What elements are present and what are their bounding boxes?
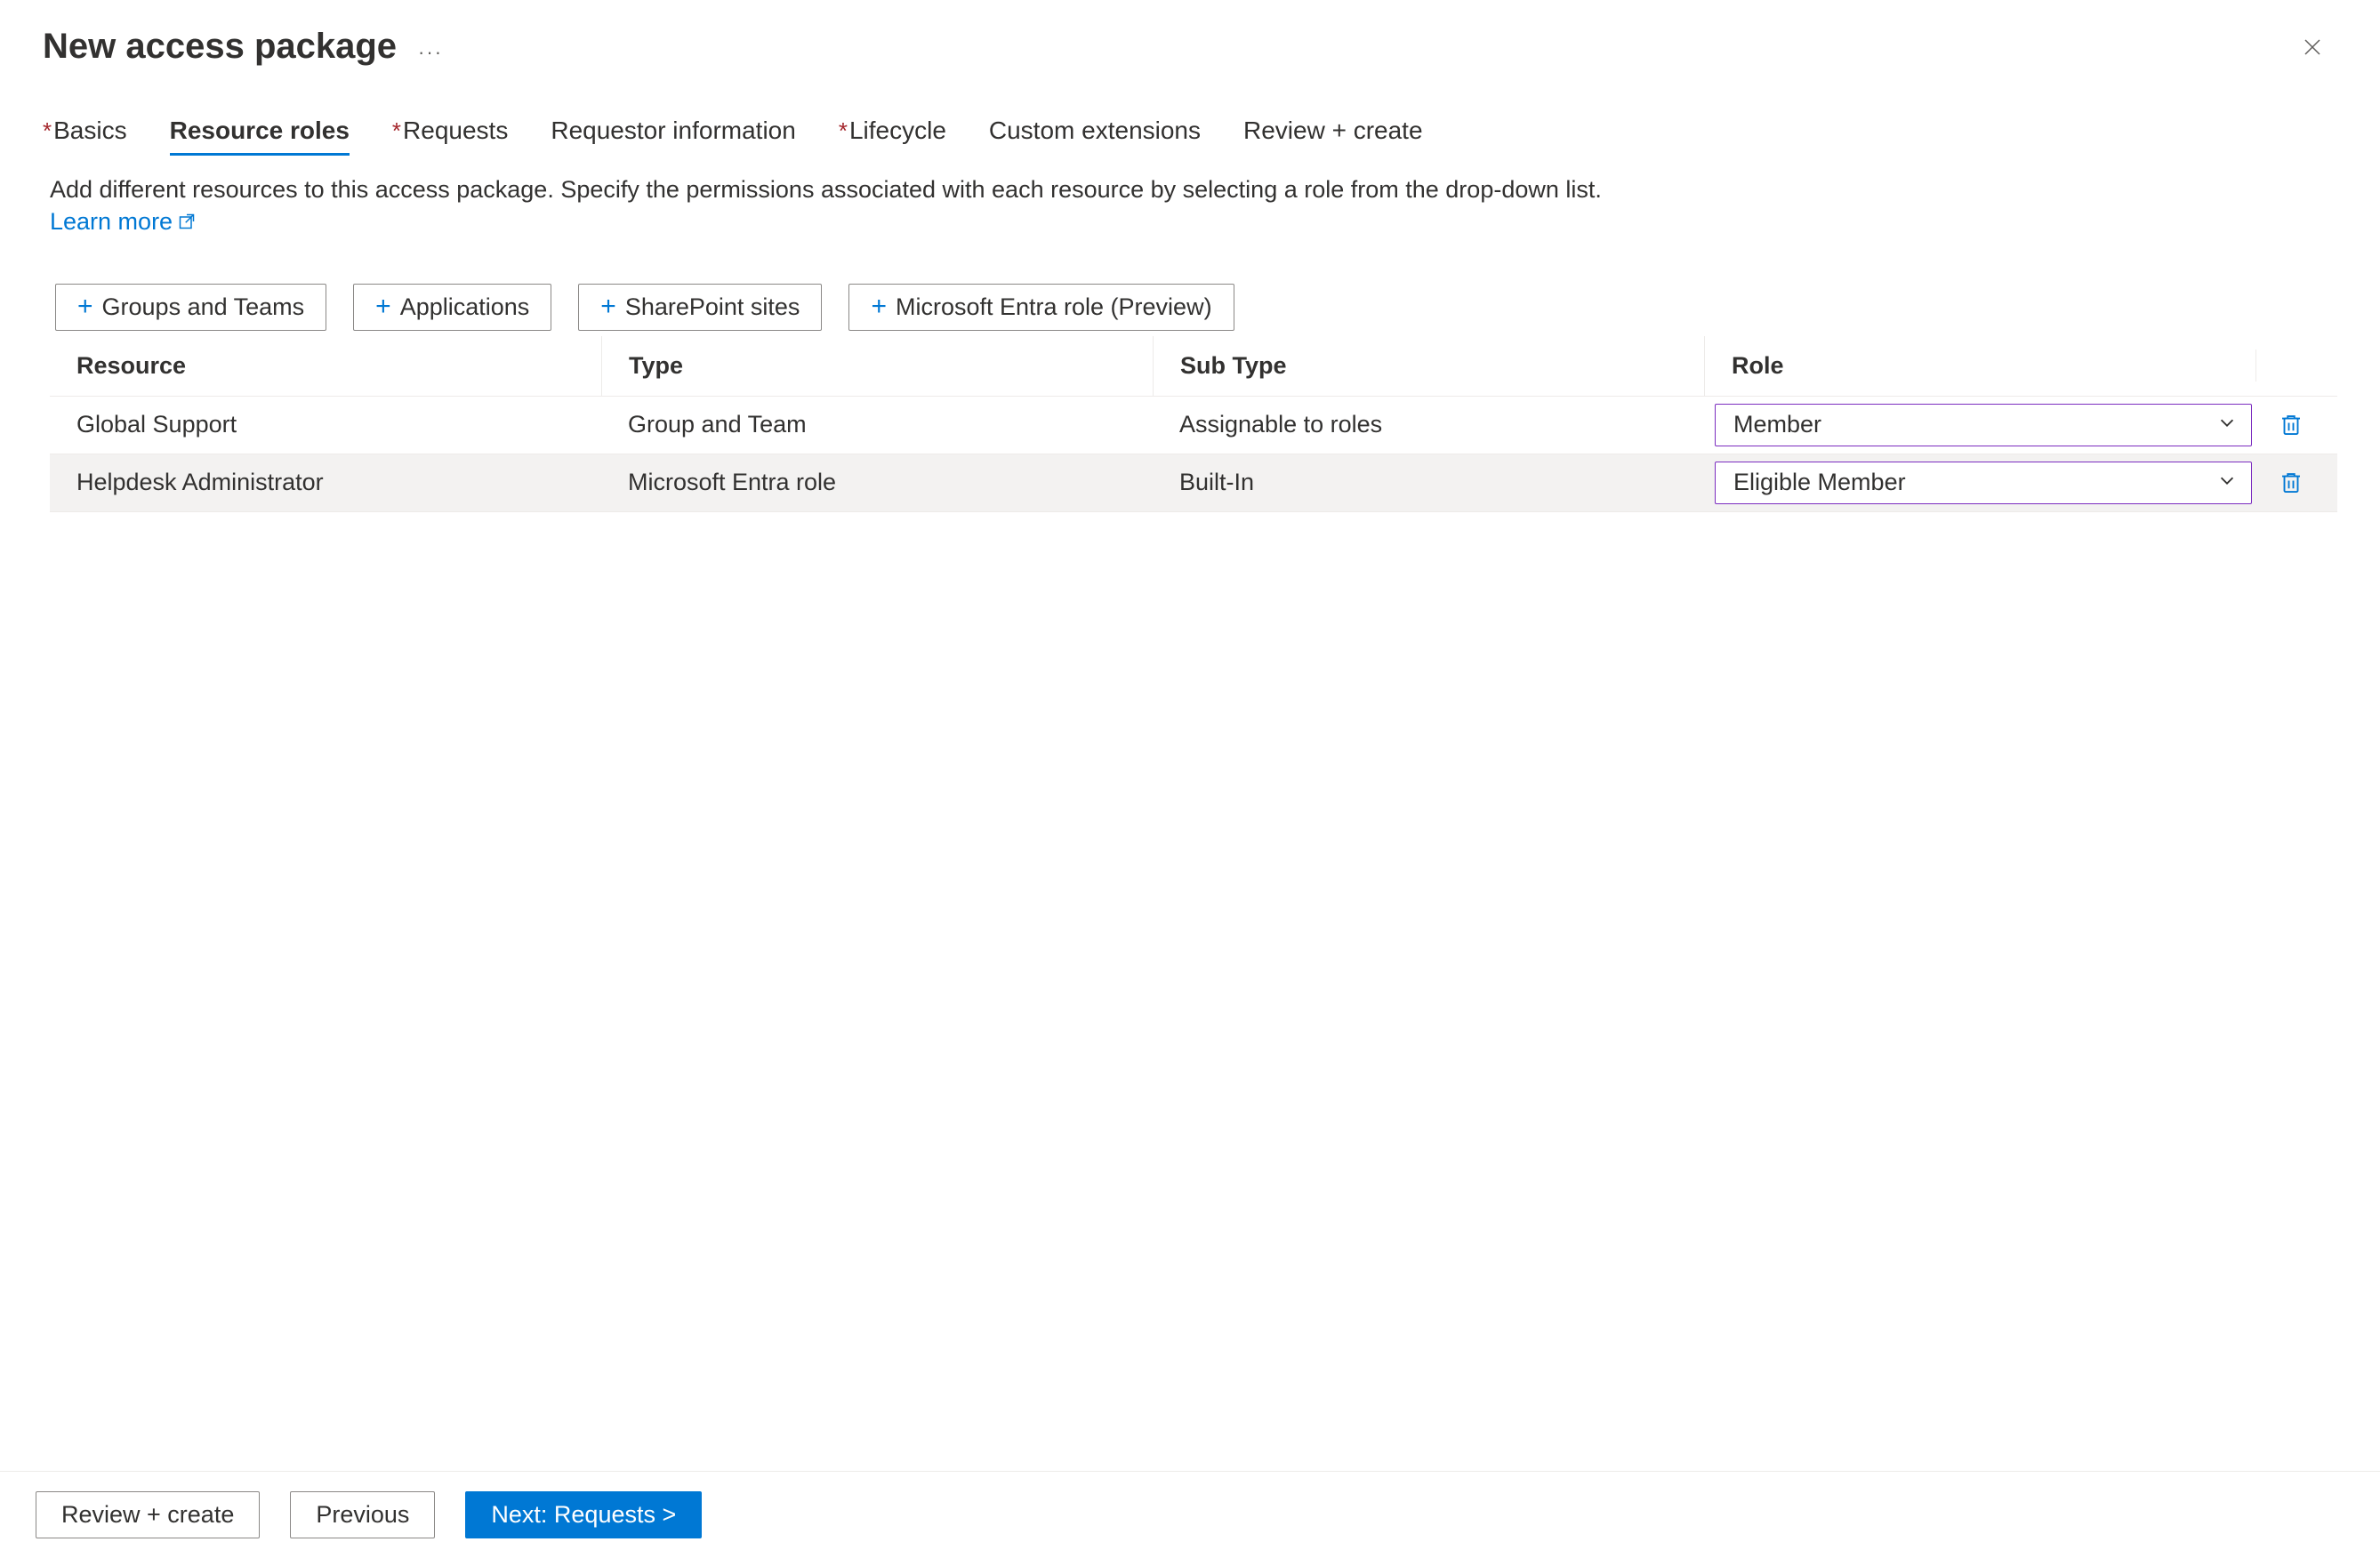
column-header-role[interactable]: Role [1704,336,2255,396]
cell-type: Microsoft Entra role [601,456,1153,509]
table-row: Helpdesk Administrator Microsoft Entra r… [50,454,2337,512]
trash-icon [2278,412,2304,438]
tab-label: Review + create [1243,116,1423,144]
cell-type: Group and Team [601,398,1153,451]
add-groups-teams-button[interactable]: + Groups and Teams [55,284,326,331]
button-label: Microsoft Entra role (Preview) [896,293,1212,321]
plus-icon: + [375,293,391,320]
tab-label: Custom extensions [989,116,1201,144]
tab-lifecycle[interactable]: *Lifecycle [839,116,946,156]
more-actions-button[interactable]: ··· [418,30,443,64]
plus-icon: + [77,293,93,320]
tab-label: Basics [53,116,126,144]
learn-more-link[interactable]: Learn more [50,208,196,235]
cell-subtype: Assignable to roles [1153,398,1704,451]
add-entra-role-button[interactable]: + Microsoft Entra role (Preview) [848,284,1234,331]
trash-icon [2278,470,2304,496]
column-header-subtype[interactable]: Sub Type [1153,336,1704,396]
role-select-value: Eligible Member [1733,469,1906,496]
previous-button[interactable]: Previous [290,1491,435,1538]
tab-label: Resource roles [170,116,350,144]
tab-label: Lifecycle [849,116,946,144]
role-select[interactable]: Member [1715,404,2252,446]
chevron-down-icon [2217,411,2237,438]
delete-row-button[interactable] [2255,412,2327,438]
column-header-resource[interactable]: Resource [50,336,601,396]
tab-basics[interactable]: *Basics [43,116,127,156]
button-label: SharePoint sites [625,293,800,321]
required-marker: * [839,117,848,144]
table-row: Global Support Group and Team Assignable… [50,397,2337,454]
add-applications-button[interactable]: + Applications [353,284,551,331]
description-text: Add different resources to this access p… [50,176,1602,203]
cell-resource: Helpdesk Administrator [50,456,601,509]
required-marker: * [392,117,401,144]
column-header-type[interactable]: Type [601,336,1153,396]
column-header-actions [2255,349,2327,381]
next-button[interactable]: Next: Requests > [465,1491,702,1538]
cell-resource: Global Support [50,398,601,451]
close-icon [2302,36,2323,58]
button-label: Groups and Teams [102,293,305,321]
close-button[interactable] [2295,29,2330,65]
tab-requestor-information[interactable]: Requestor information [551,116,795,156]
required-marker: * [43,117,52,144]
page-description: Add different resources to this access p… [0,156,1654,239]
button-label: Applications [400,293,530,321]
external-link-icon [178,206,196,238]
table-header-row: Resource Type Sub Type Role [50,336,2337,397]
add-sharepoint-sites-button[interactable]: + SharePoint sites [578,284,822,331]
tab-requests[interactable]: *Requests [392,116,508,156]
resource-roles-table: Resource Type Sub Type Role Global Suppo… [50,336,2337,512]
wizard-tabs: *Basics Resource roles *Requests Request… [0,67,2380,156]
role-select[interactable]: Eligible Member [1715,462,2252,504]
delete-row-button[interactable] [2255,470,2327,496]
add-resource-actions: + Groups and Teams + Applications + Shar… [0,239,2380,331]
review-create-button[interactable]: Review + create [36,1491,260,1538]
tab-resource-roles[interactable]: Resource roles [170,116,350,156]
chevron-down-icon [2217,469,2237,496]
tab-custom-extensions[interactable]: Custom extensions [989,116,1201,156]
page-title: New access package [43,27,397,67]
role-select-value: Member [1733,411,1821,438]
cell-subtype: Built-In [1153,456,1704,509]
plus-icon: + [600,293,616,320]
tab-label: Requests [403,116,508,144]
wizard-footer: Review + create Previous Next: Requests … [0,1471,2380,1558]
plus-icon: + [871,293,887,320]
tab-label: Requestor information [551,116,795,144]
tab-review-create[interactable]: Review + create [1243,116,1423,156]
